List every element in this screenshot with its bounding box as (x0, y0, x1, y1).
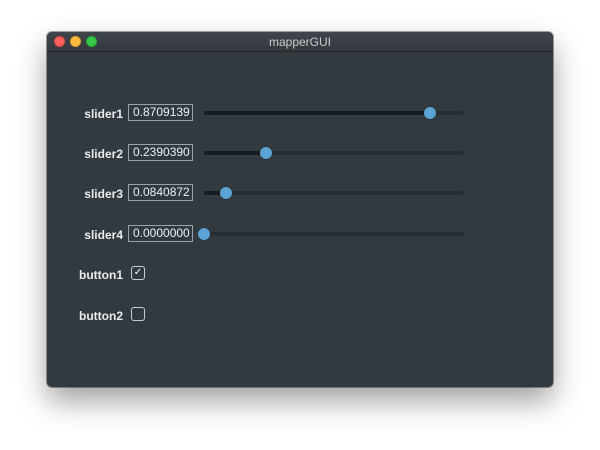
app-window: mapperGUI slider1 0.8709139 slider2 0.23… (47, 32, 553, 387)
window-title: mapperGUI (268, 35, 332, 49)
slider1-fill (204, 111, 431, 115)
slider2-track[interactable] (204, 147, 464, 159)
slider4-knob[interactable] (198, 228, 210, 240)
title-bar[interactable]: mapperGUI (47, 32, 553, 52)
button-row-1: button1 ✓ (47, 266, 553, 288)
slider2-label: slider2 (84, 147, 123, 161)
slider-row-2: slider2 0.2390390 (47, 144, 553, 164)
slider4-value-field[interactable]: 0.0000000 (128, 225, 193, 242)
button2-label: button2 (79, 309, 123, 323)
button-row-2: button2 (47, 307, 553, 329)
button1-label: button1 (79, 268, 123, 282)
slider2-fill (204, 151, 267, 155)
slider3-track[interactable] (204, 187, 464, 199)
slider2-knob[interactable] (260, 147, 273, 159)
slider2-value-field[interactable]: 0.2390390 (128, 144, 193, 161)
slider-row-3: slider3 0.0840872 (47, 184, 553, 204)
slider4-label: slider4 (84, 228, 123, 242)
slider1-label: slider1 (84, 107, 123, 121)
slider-row-4: slider4 0.0000000 (47, 225, 553, 245)
slider1-track[interactable] (204, 107, 464, 119)
slider3-knob[interactable] (219, 187, 232, 199)
slider1-knob[interactable] (424, 107, 437, 119)
checkmark-icon: ✓ (133, 267, 143, 278)
slider-row-1: slider1 0.8709139 (47, 104, 553, 124)
button2-checkbox[interactable] (131, 307, 145, 321)
slider1-value-field[interactable]: 0.8709139 (128, 104, 193, 121)
slider3-value-field[interactable]: 0.0840872 (128, 184, 193, 201)
button1-checkbox[interactable]: ✓ (131, 266, 145, 280)
slider3-label: slider3 (84, 187, 123, 201)
slider4-track[interactable] (198, 228, 464, 240)
